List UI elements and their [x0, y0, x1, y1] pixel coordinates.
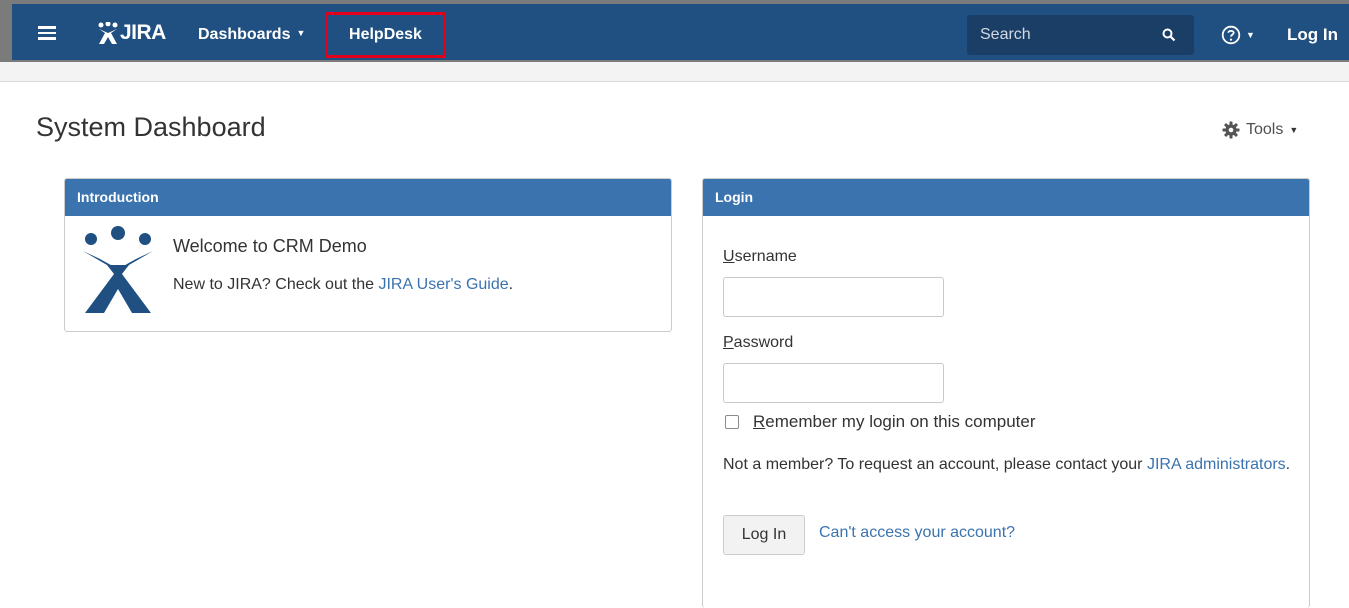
- search-placeholder: Search: [980, 26, 1031, 43]
- menu-icon[interactable]: [38, 26, 56, 40]
- chevron-down-icon: ▼: [1246, 30, 1255, 40]
- remember-accesskey: R: [753, 412, 766, 431]
- username-accesskey: U: [723, 248, 735, 265]
- not-a-member-text: Not a member? To request an account, ple…: [723, 452, 1293, 478]
- username-label-rest: sername: [734, 248, 797, 265]
- login-header[interactable]: Login: [703, 179, 1309, 216]
- password-label-rest: assword: [733, 334, 794, 351]
- jira-mascot-icon: [83, 226, 153, 313]
- page-title: System Dashboard: [36, 112, 266, 142]
- header-login-link[interactable]: Log In: [1287, 20, 1338, 50]
- new-to-jira-text: New to JIRA? Check out the JIRA User's G…: [173, 276, 513, 294]
- username-field[interactable]: [723, 277, 944, 317]
- login-button[interactable]: Log In: [723, 515, 805, 555]
- logo-text: JIRA: [120, 21, 166, 44]
- welcome-text: Welcome to CRM Demo: [173, 236, 367, 256]
- jira-users-guide-link[interactable]: JIRA User's Guide: [378, 276, 508, 293]
- introduction-gadget: Introduction Welcome to CRM Demo New to …: [64, 178, 672, 332]
- jira-logo[interactable]: JIRA: [98, 21, 166, 45]
- header-bar: JIRA Dashboards ▼ HelpDesk Search ▼ Log I…: [12, 4, 1349, 60]
- not-a-member-message: Not a member? To request an account, ple…: [723, 456, 1147, 473]
- tools-menu[interactable]: Tools ▼: [1222, 118, 1298, 142]
- gear-icon: [1222, 121, 1240, 139]
- chevron-down-icon: ▼: [296, 28, 306, 38]
- nav-helpdesk-label: HelpDesk: [349, 26, 422, 43]
- password-accesskey: P: [723, 334, 734, 351]
- nav-dashboards-label: Dashboards: [198, 26, 291, 44]
- username-label: Username: [723, 248, 797, 266]
- help-icon: [1221, 25, 1241, 45]
- login-gadget: Login Username Password Remember my logi…: [702, 178, 1310, 608]
- password-label: Password: [723, 334, 793, 352]
- cant-access-account-link[interactable]: Can't access your account?: [819, 524, 1015, 542]
- remember-label-rest: emember my login on this computer: [765, 412, 1036, 431]
- search-input[interactable]: Search: [967, 15, 1194, 55]
- introduction-header[interactable]: Introduction: [65, 179, 671, 216]
- tools-label: Tools: [1246, 121, 1284, 138]
- top-bar-frame: JIRA Dashboards ▼ HelpDesk Search ▼ Log I…: [0, 0, 1349, 62]
- password-field[interactable]: [723, 363, 944, 403]
- jira-logo-icon: [98, 22, 118, 44]
- not-a-member-suffix: .: [1285, 456, 1291, 473]
- sub-bar: [0, 62, 1349, 82]
- remember-label[interactable]: Remember my login on this computer: [753, 412, 1036, 432]
- chevron-down-icon: ▼: [1289, 125, 1299, 135]
- jira-administrators-link[interactable]: JIRA administrators: [1147, 456, 1286, 473]
- new-to-jira-prefix: New to JIRA? Check out the: [173, 276, 379, 293]
- remember-checkbox[interactable]: [725, 415, 739, 429]
- nav-helpdesk[interactable]: HelpDesk: [325, 12, 446, 58]
- search-icon[interactable]: [1162, 28, 1176, 42]
- remember-me[interactable]: Remember my login on this computer: [725, 411, 1036, 433]
- new-to-jira-suffix: .: [508, 276, 514, 293]
- nav-dashboards[interactable]: Dashboards ▼: [198, 20, 305, 50]
- help-menu[interactable]: ▼: [1221, 22, 1255, 48]
